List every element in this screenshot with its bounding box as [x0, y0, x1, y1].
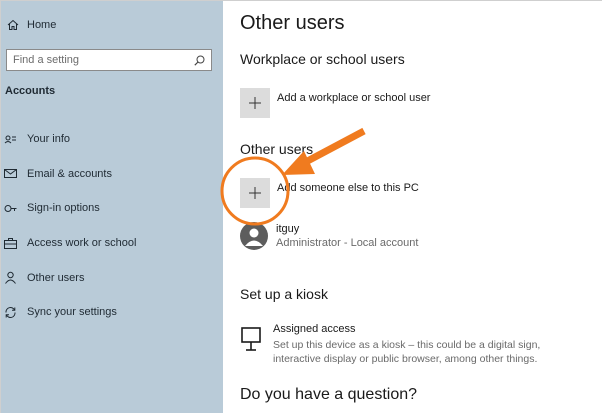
assigned-access-description-line: Set up this device as a kiosk – this cou…: [273, 339, 541, 351]
plus-icon: [249, 97, 261, 109]
home-icon: [7, 19, 19, 30]
sidebar-item-label: Other users: [27, 271, 85, 284]
add-someone-else-button[interactable]: Add someone else to this PC: [240, 177, 419, 209]
sidebar-item-label: Sign-in options: [27, 202, 100, 215]
workplace-heading: Workplace or school users: [240, 51, 405, 67]
page-title: Other users: [240, 12, 345, 34]
assigned-access-item[interactable]: Assigned access Set up this device as a …: [240, 323, 573, 366]
add-workplace-user-button[interactable]: Add a workplace or school user: [240, 87, 430, 119]
assigned-access-title: Assigned access: [273, 323, 356, 335]
kiosk-heading: Set up a kiosk: [240, 286, 328, 302]
sidebar-item-sign-in-options[interactable]: Sign-in options: [1, 191, 223, 226]
sidebar-item-your-info[interactable]: Your info: [1, 122, 223, 157]
plus-icon: [249, 187, 261, 199]
sync-icon: [5, 306, 16, 318]
search-icon: [194, 55, 205, 66]
briefcase-icon: [4, 237, 17, 249]
user-account-item[interactable]: itguy Administrator - Local account: [240, 222, 418, 250]
search-placeholder: Find a setting: [13, 54, 80, 66]
add-workplace-user-label: Add a workplace or school user: [277, 92, 431, 104]
mail-icon: [4, 169, 17, 179]
user-description: Administrator - Local account: [276, 237, 419, 249]
kiosk-monitor-icon: [241, 327, 261, 351]
settings-window: Home Find a setting Accounts Your info E…: [0, 0, 602, 413]
key-icon: [4, 204, 17, 212]
home-label: Home: [27, 19, 57, 31]
sidebar-item-label: Sync your settings: [27, 306, 117, 319]
sidebar: Home Find a setting Accounts Your info E…: [1, 1, 223, 413]
question-heading: Do you have a question?: [240, 386, 418, 403]
assigned-access-description-line: interactive display or public browser, a…: [273, 353, 538, 365]
sidebar-item-label: Access work or school: [27, 237, 137, 250]
sidebar-item-sync-settings[interactable]: Sync your settings: [1, 295, 223, 330]
search-input[interactable]: Find a setting: [6, 49, 212, 71]
sidebar-item-label: Email & accounts: [27, 167, 112, 180]
sidebar-section-title: Accounts: [5, 85, 56, 97]
assigned-access-description: Set up this device as a kiosk – this cou…: [273, 338, 573, 366]
avatar: [240, 222, 268, 250]
person-icon: [5, 271, 16, 284]
sidebar-item-email-accounts[interactable]: Email & accounts: [1, 157, 223, 192]
plus-tile: [240, 178, 270, 208]
user-avatar-icon: [245, 228, 263, 246]
sidebar-item-access-work-school[interactable]: Access work or school: [1, 226, 223, 261]
user-name: itguy: [276, 223, 300, 235]
sidebar-item-other-users[interactable]: Other users: [1, 260, 223, 295]
sidebar-nav: Your info Email & accounts Sign-in optio…: [1, 122, 223, 330]
sidebar-item-label: Your info: [27, 133, 71, 146]
main-content: Other users Workplace or school users Ad…: [223, 1, 602, 413]
plus-tile: [240, 88, 270, 118]
add-someone-else-label: Add someone else to this PC: [277, 182, 419, 194]
home-link[interactable]: Home: [7, 15, 56, 35]
other-users-heading: Other users: [240, 141, 314, 157]
person-card-icon: [4, 135, 16, 144]
